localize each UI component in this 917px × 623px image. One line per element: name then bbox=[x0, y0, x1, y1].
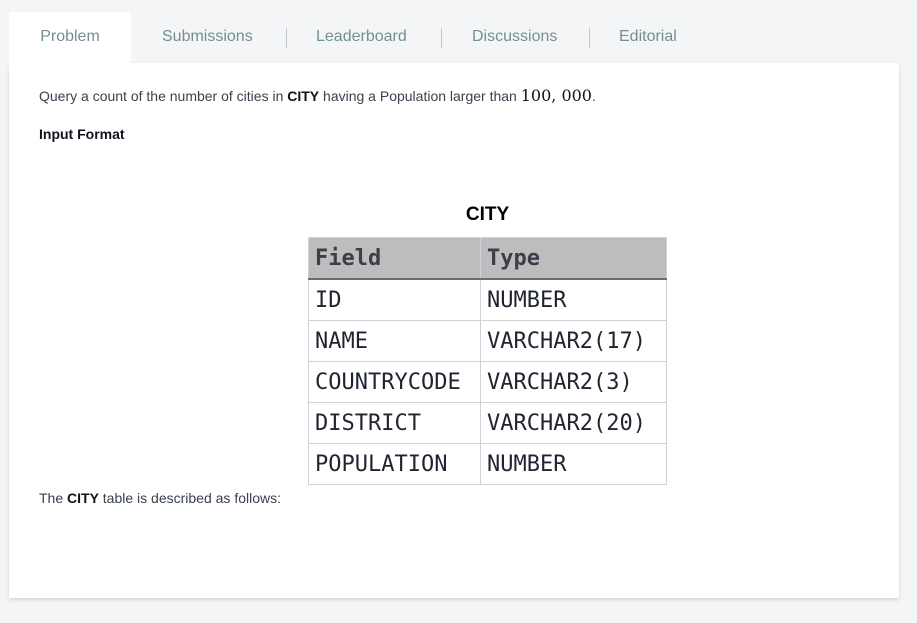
problem-tabs: Problem Submissions Leaderboard Discussi… bbox=[9, 12, 899, 63]
problem-panel: Query a count of the number of cities in… bbox=[9, 63, 899, 598]
field-cell: COUNTRYCODE bbox=[308, 361, 481, 403]
column-header-type: Type bbox=[480, 237, 667, 280]
type-cell: VARCHAR2(3) bbox=[480, 361, 667, 403]
statement-middle: having a Population larger than bbox=[319, 88, 521, 104]
table-row: NAME VARCHAR2(17) bbox=[308, 320, 667, 362]
table-row: ID NUMBER bbox=[308, 278, 667, 321]
tab-divider bbox=[589, 28, 590, 48]
table-row: COUNTRYCODE VARCHAR2(3) bbox=[308, 361, 667, 403]
type-cell: NUMBER bbox=[480, 443, 667, 485]
table-row: DISTRICT VARCHAR2(20) bbox=[308, 402, 667, 444]
description-suffix: table is described as follows: bbox=[98, 490, 281, 506]
field-cell: DISTRICT bbox=[308, 402, 481, 444]
column-header-field: Field bbox=[308, 237, 481, 280]
type-cell: VARCHAR2(17) bbox=[480, 320, 667, 362]
statement-suffix: . bbox=[591, 88, 596, 104]
population-threshold: 100, 000 bbox=[520, 86, 592, 105]
type-cell: VARCHAR2(20) bbox=[480, 402, 667, 444]
type-cell: NUMBER bbox=[480, 278, 667, 321]
city-table-title: CITY bbox=[465, 204, 510, 225]
description-table-name: CITY bbox=[67, 490, 99, 506]
table-header-row: Field Type bbox=[308, 237, 667, 280]
tab-editorial[interactable]: Editorial bbox=[619, 12, 677, 63]
field-cell: NAME bbox=[308, 320, 481, 362]
statement-prefix: Query a count of the number of cities in bbox=[39, 88, 288, 104]
tab-divider bbox=[286, 28, 287, 48]
field-cell: POPULATION bbox=[308, 443, 481, 485]
tab-leaderboard[interactable]: Leaderboard bbox=[316, 12, 407, 63]
city-schema-table: Field Type ID NUMBER NAME VARCHAR2(17) C… bbox=[308, 237, 667, 485]
tab-discussions[interactable]: Discussions bbox=[472, 12, 557, 63]
tab-divider bbox=[441, 28, 442, 48]
description-prefix: The bbox=[39, 490, 68, 506]
table-description: The CITY table is described as follows: bbox=[39, 490, 281, 506]
problem-statement: Query a count of the number of cities in… bbox=[39, 86, 596, 105]
tab-problem[interactable]: Problem bbox=[9, 12, 131, 63]
tab-submissions[interactable]: Submissions bbox=[162, 12, 253, 63]
table-row: POPULATION NUMBER bbox=[308, 443, 667, 485]
input-format-heading: Input Format bbox=[39, 126, 125, 142]
field-cell: ID bbox=[308, 278, 481, 321]
statement-table-name: CITY bbox=[287, 88, 320, 104]
